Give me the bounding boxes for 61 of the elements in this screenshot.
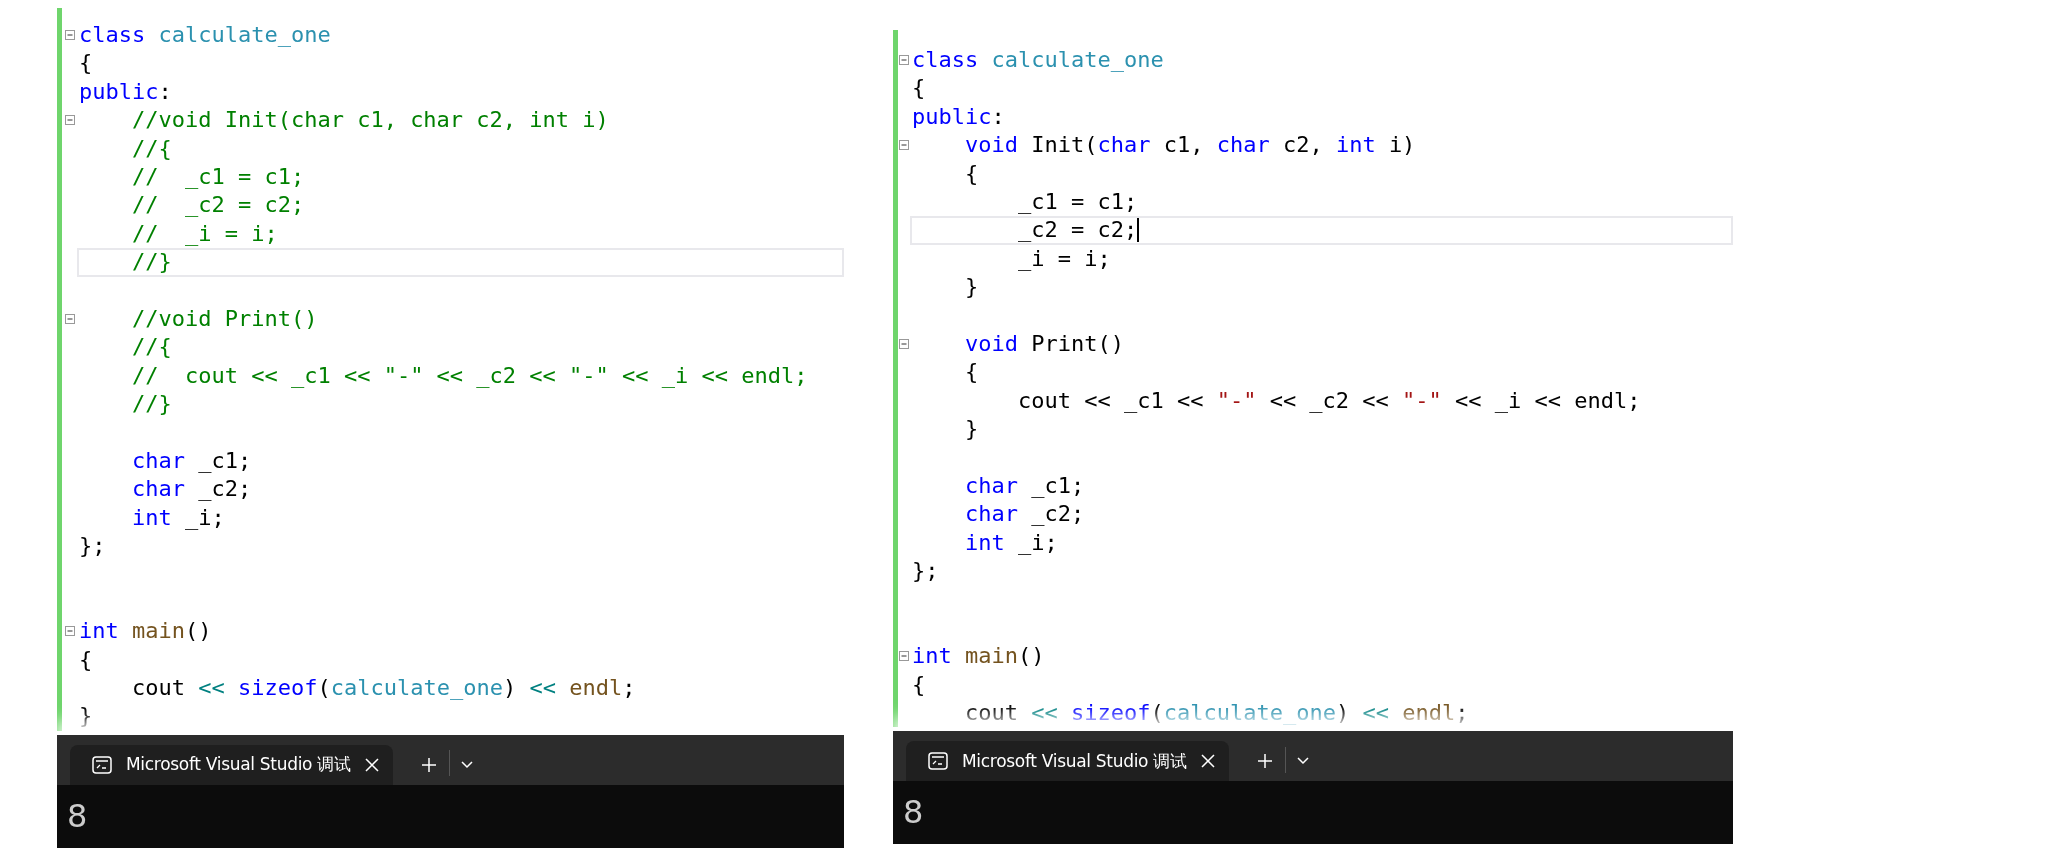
code-line: // _c2 = c2; xyxy=(130,191,306,220)
code-line: class calculate_one xyxy=(911,46,1165,74)
code-line: // _i = i; xyxy=(130,219,279,248)
collapse-icon[interactable] xyxy=(899,140,909,151)
code-line: { xyxy=(963,358,980,387)
code-line: cout << sizeof(calculate_one) << endl; xyxy=(130,674,637,702)
code-line: _i = i; xyxy=(1016,244,1112,273)
code-line: _c1 = c1; xyxy=(1016,187,1139,216)
code-line: class calculate_one xyxy=(78,21,332,49)
code-line: //{ xyxy=(130,134,173,163)
collapse-icon[interactable] xyxy=(899,651,909,662)
code-line: } xyxy=(963,415,980,444)
code-line: char _c1; xyxy=(963,471,1086,500)
code-line: // _c1 = c1; xyxy=(130,162,306,191)
collapse-icon[interactable] xyxy=(64,115,75,126)
terminal-icon xyxy=(928,752,948,771)
code-line: { xyxy=(911,74,927,103)
code-line: { xyxy=(78,645,94,674)
terminal-output: 8 xyxy=(903,793,924,832)
tab-title: Microsoft Visual Studio 调试 xyxy=(962,749,1187,773)
code-line: int _i; xyxy=(130,503,226,532)
close-icon[interactable] xyxy=(364,757,379,772)
code-line: public: xyxy=(78,77,173,106)
code-line: //} xyxy=(130,390,173,419)
code-line: // cout << _c1 << "-" << _c2 << "-" << _i << endl; xyxy=(130,361,809,390)
code-line: //void Init(char c1, char c2, int i) xyxy=(130,106,610,135)
code-line: int main() xyxy=(911,642,1046,671)
code-line: } xyxy=(78,702,94,731)
collapse-icon[interactable] xyxy=(64,30,75,41)
code-line: { xyxy=(963,159,980,188)
terminal-tab[interactable]: Microsoft Visual Studio 调试 xyxy=(70,744,393,785)
code-line: void Print() xyxy=(963,329,1125,358)
collapse-icon[interactable] xyxy=(899,339,909,350)
code-line: { xyxy=(78,49,94,78)
code-line: } xyxy=(963,273,980,302)
terminal-output: 8 xyxy=(67,796,88,835)
plus-icon xyxy=(420,756,437,773)
close-icon[interactable] xyxy=(1200,754,1215,769)
code-line: }; xyxy=(911,557,940,586)
code-line: void Init(char c1, char c2, int i) xyxy=(963,131,1417,160)
tab-title: Microsoft Visual Studio 调试 xyxy=(126,753,351,777)
code-line: { xyxy=(911,670,927,699)
terminal-tab[interactable]: Microsoft Visual Studio 调试 xyxy=(906,741,1229,782)
code-line: int _i; xyxy=(963,528,1059,557)
chevron-down-icon xyxy=(460,760,473,769)
code-line: //{ xyxy=(130,333,173,362)
collapse-icon[interactable] xyxy=(64,626,75,637)
collapse-icon[interactable] xyxy=(64,314,75,325)
terminal-icon xyxy=(92,755,112,774)
code-line: char _c2; xyxy=(130,475,253,504)
plus-icon xyxy=(1256,753,1273,770)
code-line: }; xyxy=(78,532,107,561)
code-line: //void Print() xyxy=(130,304,319,333)
code-line: public: xyxy=(911,102,1006,131)
code-line: cout << _c1 << "-" << _c2 << "-" << _i << endl; xyxy=(1016,386,1642,415)
code-line: char _c1; xyxy=(130,446,253,475)
code-line: int main() xyxy=(78,617,213,646)
collapse-icon[interactable] xyxy=(899,55,909,66)
code-line: char _c2; xyxy=(963,500,1086,529)
code-line: cout << sizeof(calculate_one) << endl; xyxy=(963,699,1470,727)
chevron-down-icon xyxy=(1296,757,1309,766)
